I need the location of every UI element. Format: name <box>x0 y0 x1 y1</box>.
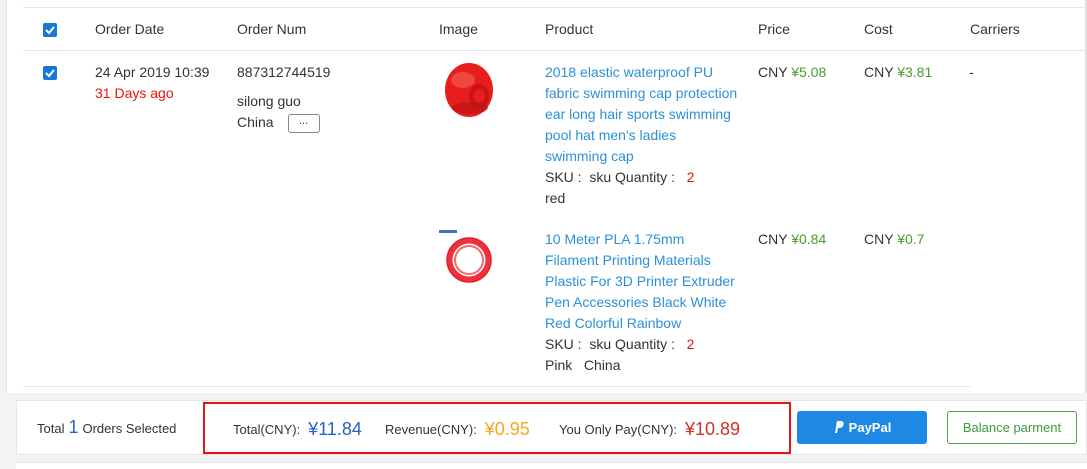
quantity-label: Quantity : <box>615 169 675 185</box>
cost-currency: CNY <box>864 231 894 247</box>
product-item-1: 2018 elastic waterproof PU fabric swimmi… <box>545 62 755 209</box>
sku-label: SKU : <box>545 169 582 185</box>
pay-group: You Only Pay(CNY): ¥10.89 <box>559 419 740 440</box>
sku-line: SKU : sku Quantity : 2 <box>545 334 755 355</box>
swim-cap-icon <box>445 63 493 117</box>
product-title-line[interactable]: 2018 elastic waterproof PU <box>545 62 755 83</box>
variant: Pink China <box>545 357 621 373</box>
paypal-label: PayPal <box>848 420 892 435</box>
total-value: ¥11.84 <box>308 419 362 439</box>
red-swim-cap-image[interactable] <box>437 58 497 122</box>
paypal-button[interactable]: PayPal <box>797 411 927 444</box>
table-header: Order Date Order Num Image Product Price… <box>23 8 1087 51</box>
product-title-line[interactable]: pool hat men's ladies <box>545 125 755 146</box>
selected-count-text: Total 1 Orders Selected <box>37 417 176 438</box>
header-order-date[interactable]: Order Date <box>95 21 164 37</box>
product-title-line[interactable]: ear long hair sports swimming <box>545 104 755 125</box>
quantity-label: Quantity : <box>615 336 675 352</box>
total-group: Total(CNY): ¥11.84 <box>233 419 362 440</box>
carrier-value: - <box>969 64 974 80</box>
sku-value: sku <box>589 336 612 352</box>
header-product: Product <box>545 21 594 37</box>
order-age: 31 Days ago <box>95 85 174 101</box>
product-item-2: 10 Meter PLA 1.75mm Filament Printing Ma… <box>545 229 755 376</box>
header-order-num[interactable]: Order Num <box>237 21 306 37</box>
sku-value: sku <box>589 169 612 185</box>
price-currency: CNY <box>758 231 788 247</box>
price-value: ¥0.84 <box>791 231 827 247</box>
revenue-label: Revenue(CNY): <box>385 422 477 437</box>
checkout-footer: Total 1 Orders Selected Total(CNY): ¥11.84 … <box>16 400 1087 455</box>
check-icon <box>45 26 55 35</box>
balance-payment-button[interactable]: Balance parment <box>947 411 1077 444</box>
product-title-line[interactable]: 10 Meter PLA 1.75mm <box>545 229 755 250</box>
product-title-line[interactable]: swimming cap <box>545 146 755 167</box>
header-cost[interactable]: Cost <box>864 21 893 37</box>
header-image: Image <box>439 21 478 37</box>
order-num-cell: 887312744519 silong guo China... <box>237 62 330 133</box>
paypal-icon <box>834 421 844 433</box>
selected-count: 1 <box>68 417 79 437</box>
cost-item-1: CNY ¥3.81 <box>864 62 932 83</box>
product-title-line[interactable]: fabric swimming cap protection <box>545 83 755 104</box>
cost-currency: CNY <box>864 64 894 80</box>
selected-prefix: Total <box>37 421 65 436</box>
select-all-checkbox[interactable] <box>43 23 57 37</box>
order-checkbox[interactable] <box>43 66 57 80</box>
price-item-1: CNY ¥5.08 <box>758 62 826 83</box>
price-currency: CNY <box>758 64 788 80</box>
variant: red <box>545 190 566 206</box>
quantity-value: 2 <box>686 169 695 185</box>
header-carriers: Carriers <box>970 21 1020 37</box>
selected-suffix: Orders Selected <box>82 421 177 436</box>
product-title-line[interactable]: Pen Accessories Black White <box>545 292 755 313</box>
filament-coil-icon <box>439 230 492 283</box>
product-title-line[interactable]: Plastic For 3D Printer Extruder <box>545 271 755 292</box>
price-item-2: CNY ¥0.84 <box>758 229 826 250</box>
revenue-group: Revenue(CNY): ¥0.95 <box>385 419 530 440</box>
order-date: 24 Apr 2019 10:39 <box>95 64 210 80</box>
cost-value: ¥0.7 <box>897 231 925 247</box>
orders-panel: Order Date Order Num Image Product Price… <box>6 0 1087 393</box>
customer-address: China... <box>237 112 330 133</box>
quantity-value: 2 <box>686 336 695 352</box>
bottom-strip <box>16 462 1087 469</box>
revenue-value: ¥0.95 <box>484 419 530 439</box>
product-title-line[interactable]: Filament Printing Materials <box>545 250 755 271</box>
sku-line: SKU : sku Quantity : 2 <box>545 167 755 188</box>
order-number[interactable]: 887312744519 <box>237 62 330 83</box>
totals-highlight-box: Total(CNY): ¥11.84 Revenue(CNY): ¥0.95 You… <box>203 402 791 454</box>
row-divider <box>23 386 970 387</box>
total-label: Total(CNY): <box>233 422 301 437</box>
customer-name: silong guo <box>237 93 301 109</box>
cost-value: ¥3.81 <box>897 64 933 80</box>
sku-label: SKU : <box>545 336 582 352</box>
check-icon <box>45 69 55 78</box>
pay-value: ¥10.89 <box>685 419 741 439</box>
product-title-line[interactable]: Red Colorful Rainbow <box>545 313 755 334</box>
cost-item-2: CNY ¥0.7 <box>864 229 924 250</box>
header-price[interactable]: Price <box>758 21 790 37</box>
pay-label: You Only Pay(CNY): <box>559 422 678 437</box>
price-value: ¥5.08 <box>791 64 827 80</box>
order-date-cell: 24 Apr 2019 10:39 31 Days ago <box>95 62 209 104</box>
customer-country: China <box>237 114 274 130</box>
red-filament-coil-image[interactable] <box>437 228 497 286</box>
more-button[interactable]: ... <box>287 113 320 133</box>
